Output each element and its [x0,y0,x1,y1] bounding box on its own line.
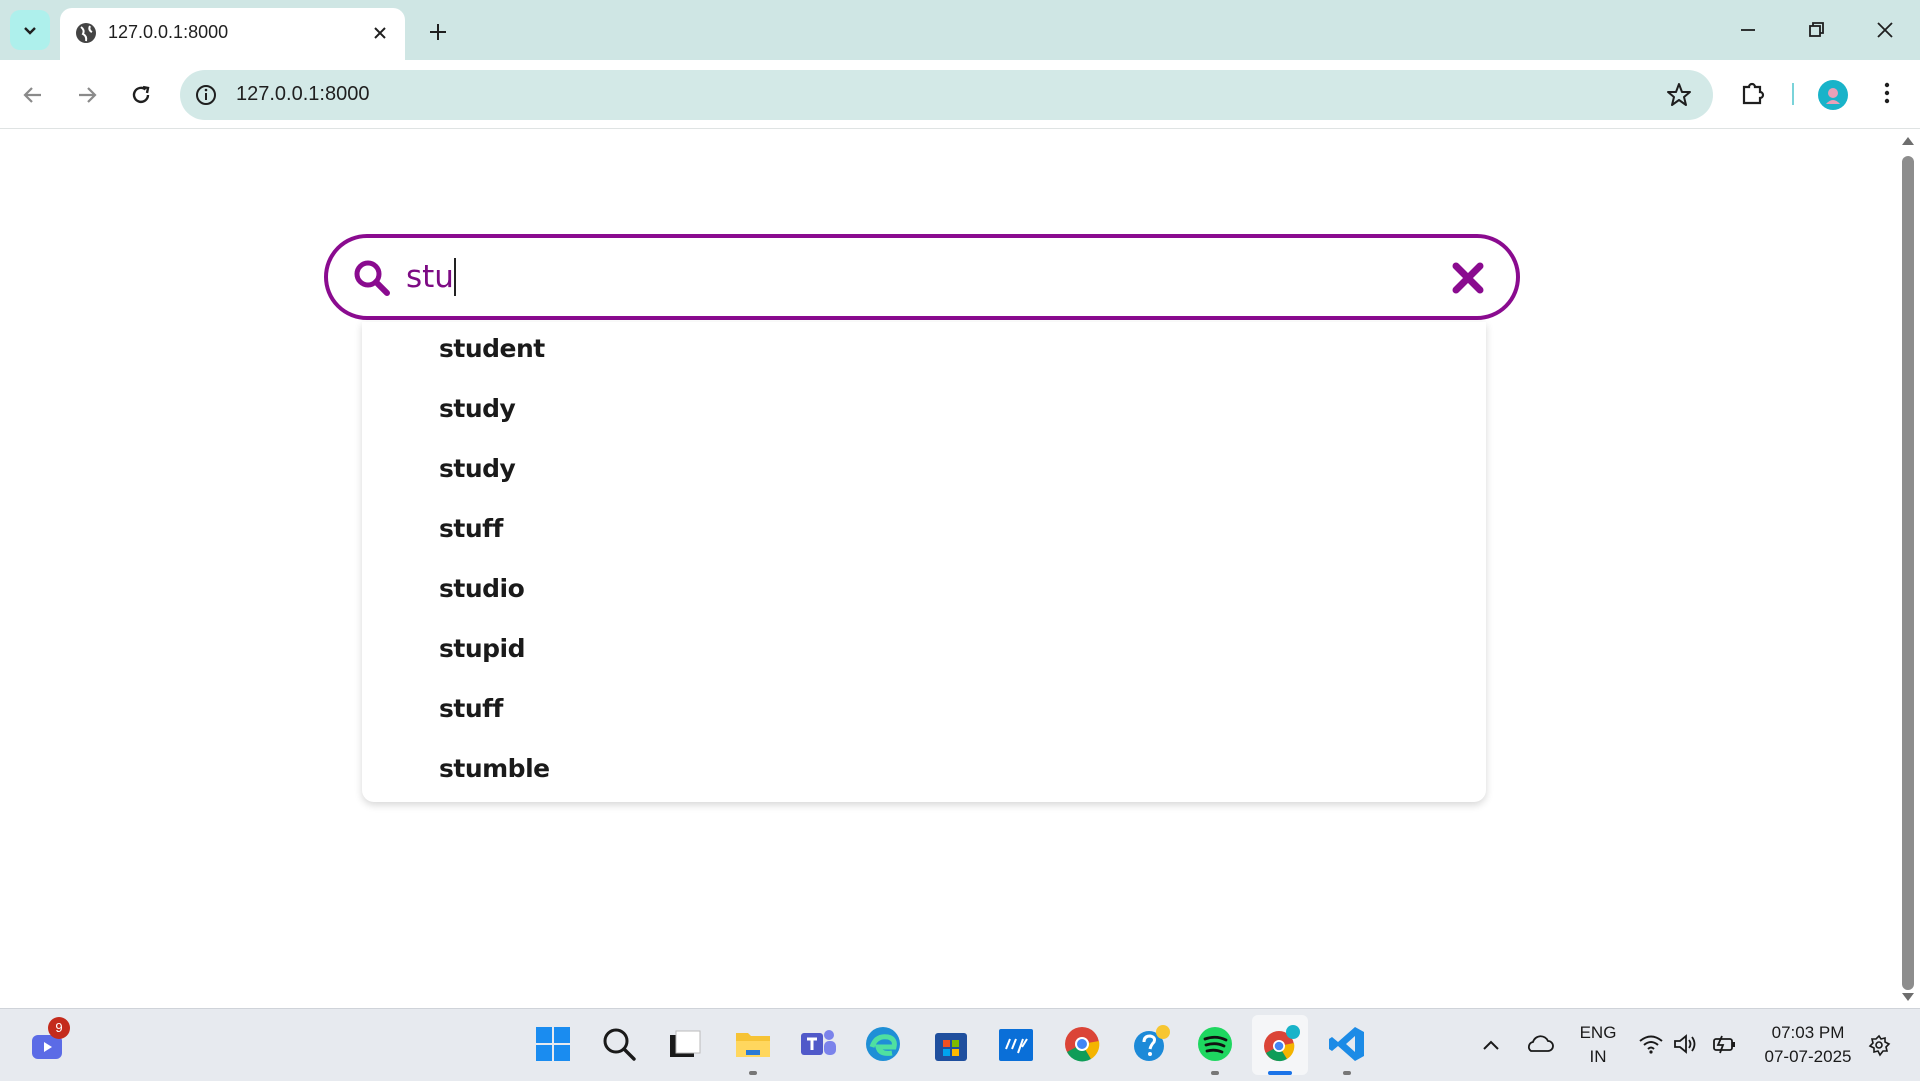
site-info-icon[interactable] [194,83,218,107]
edge-browser-icon[interactable] [862,1023,904,1065]
clock-time[interactable]: 07:03 PM [1752,1023,1864,1043]
avatar-icon [1826,88,1840,104]
windows-logo-icon [536,1027,570,1061]
tab-strip: 127.0.0.1:8000 [0,0,1920,60]
restore-icon[interactable] [1800,14,1832,46]
reload-icon[interactable] [126,80,156,110]
suggestion-item[interactable]: stuff [439,685,503,733]
globe-icon [76,23,96,43]
browser-toolbar: 127.0.0.1:8000 [0,60,1920,129]
suggestion-item[interactable]: stuff [439,505,503,553]
browser-tab[interactable]: 127.0.0.1:8000 [60,8,405,60]
notification-badge: 9 [48,1017,70,1039]
ms-store-icon[interactable] [930,1023,972,1065]
url-text: 127.0.0.1:8000 [236,83,370,105]
profile-avatar[interactable] [1818,80,1848,110]
volume-icon[interactable] [1672,1033,1698,1055]
new-tab-icon[interactable] [424,18,452,46]
suggestion-item[interactable]: studio [439,565,525,613]
taskbar-search-button[interactable] [598,1023,640,1065]
input-region[interactable]: IN [1574,1047,1622,1067]
spotify-icon[interactable] [1194,1023,1236,1065]
running-indicator [1343,1071,1351,1075]
minimize-icon[interactable] [1732,14,1764,46]
vscode-icon[interactable] [1326,1023,1368,1065]
task-view-button[interactable] [664,1023,706,1065]
page-scrollbar[interactable] [1898,130,1918,1008]
chevron-down-icon [24,27,36,35]
search-icon [354,260,390,296]
chrome-profile-icon[interactable] [1260,1023,1302,1065]
help-question-icon [1134,1025,1170,1061]
search-input[interactable] [406,252,1406,302]
myhp-icon[interactable] [995,1023,1037,1065]
input-language[interactable]: ENG [1574,1023,1622,1043]
suggestion-item[interactable]: stumble [439,745,550,793]
vscode-logo-icon [1329,1027,1364,1061]
start-button[interactable] [532,1023,574,1065]
search-icon [603,1028,636,1061]
onedrive-cloud-icon[interactable] [1524,1031,1554,1057]
back-arrow-icon[interactable] [18,80,48,110]
suggestion-item[interactable]: study [439,445,516,493]
bookmark-star-icon[interactable] [1665,81,1693,109]
suggestion-item[interactable]: study [439,385,516,433]
clock-date[interactable]: 07-07-2025 [1752,1047,1864,1067]
close-window-icon[interactable] [1869,14,1901,46]
suggestion-item[interactable]: student [439,325,545,373]
battery-charging-icon[interactable] [1710,1033,1738,1055]
chrome-logo-icon [1264,1025,1300,1062]
teams-icon[interactable] [797,1023,839,1065]
close-tab-icon[interactable] [369,22,391,44]
suggestions-dropdown: student study study stuff studio stupid … [362,322,1486,802]
help-app-icon[interactable] [1130,1023,1172,1065]
hp-logo-icon [999,1029,1033,1061]
spotify-logo-icon [1198,1027,1232,1061]
text-caret [454,258,456,296]
notification-settings-icon[interactable] [1866,1033,1892,1057]
chevron-up-icon[interactable] [1480,1037,1502,1053]
active-indicator [1268,1071,1292,1075]
taskbar: 9 ENG IN 07:03 PM 07-07-2025 [0,1008,1920,1081]
more-menu-icon[interactable] [1872,78,1902,108]
extensions-puzzle-icon[interactable] [1738,78,1768,108]
search-bar [324,234,1520,320]
tab-search-button[interactable] [10,10,50,50]
file-explorer-icon[interactable] [732,1023,774,1065]
chrome-logo-icon [1065,1027,1100,1062]
folder-icon [736,1033,770,1057]
chrome-icon[interactable] [1061,1023,1103,1065]
running-indicator [749,1071,757,1075]
running-indicator [1211,1071,1219,1075]
store-bag-icon [935,1033,967,1061]
task-view-icon [670,1030,701,1057]
teams-logo-icon [801,1030,836,1055]
forward-arrow-icon[interactable] [72,80,102,110]
scroll-thumb[interactable] [1902,156,1914,990]
clear-search-icon[interactable] [1450,260,1486,296]
scroll-down-icon[interactable] [1900,990,1916,1004]
toolbar-separator [1792,83,1794,105]
address-bar[interactable]: 127.0.0.1:8000 [180,70,1713,120]
edge-logo-icon [866,1027,900,1061]
suggestion-item[interactable]: stupid [439,625,526,673]
tab-title: 127.0.0.1:8000 [108,22,229,42]
scroll-up-icon[interactable] [1900,134,1916,148]
wifi-icon[interactable] [1638,1033,1664,1055]
